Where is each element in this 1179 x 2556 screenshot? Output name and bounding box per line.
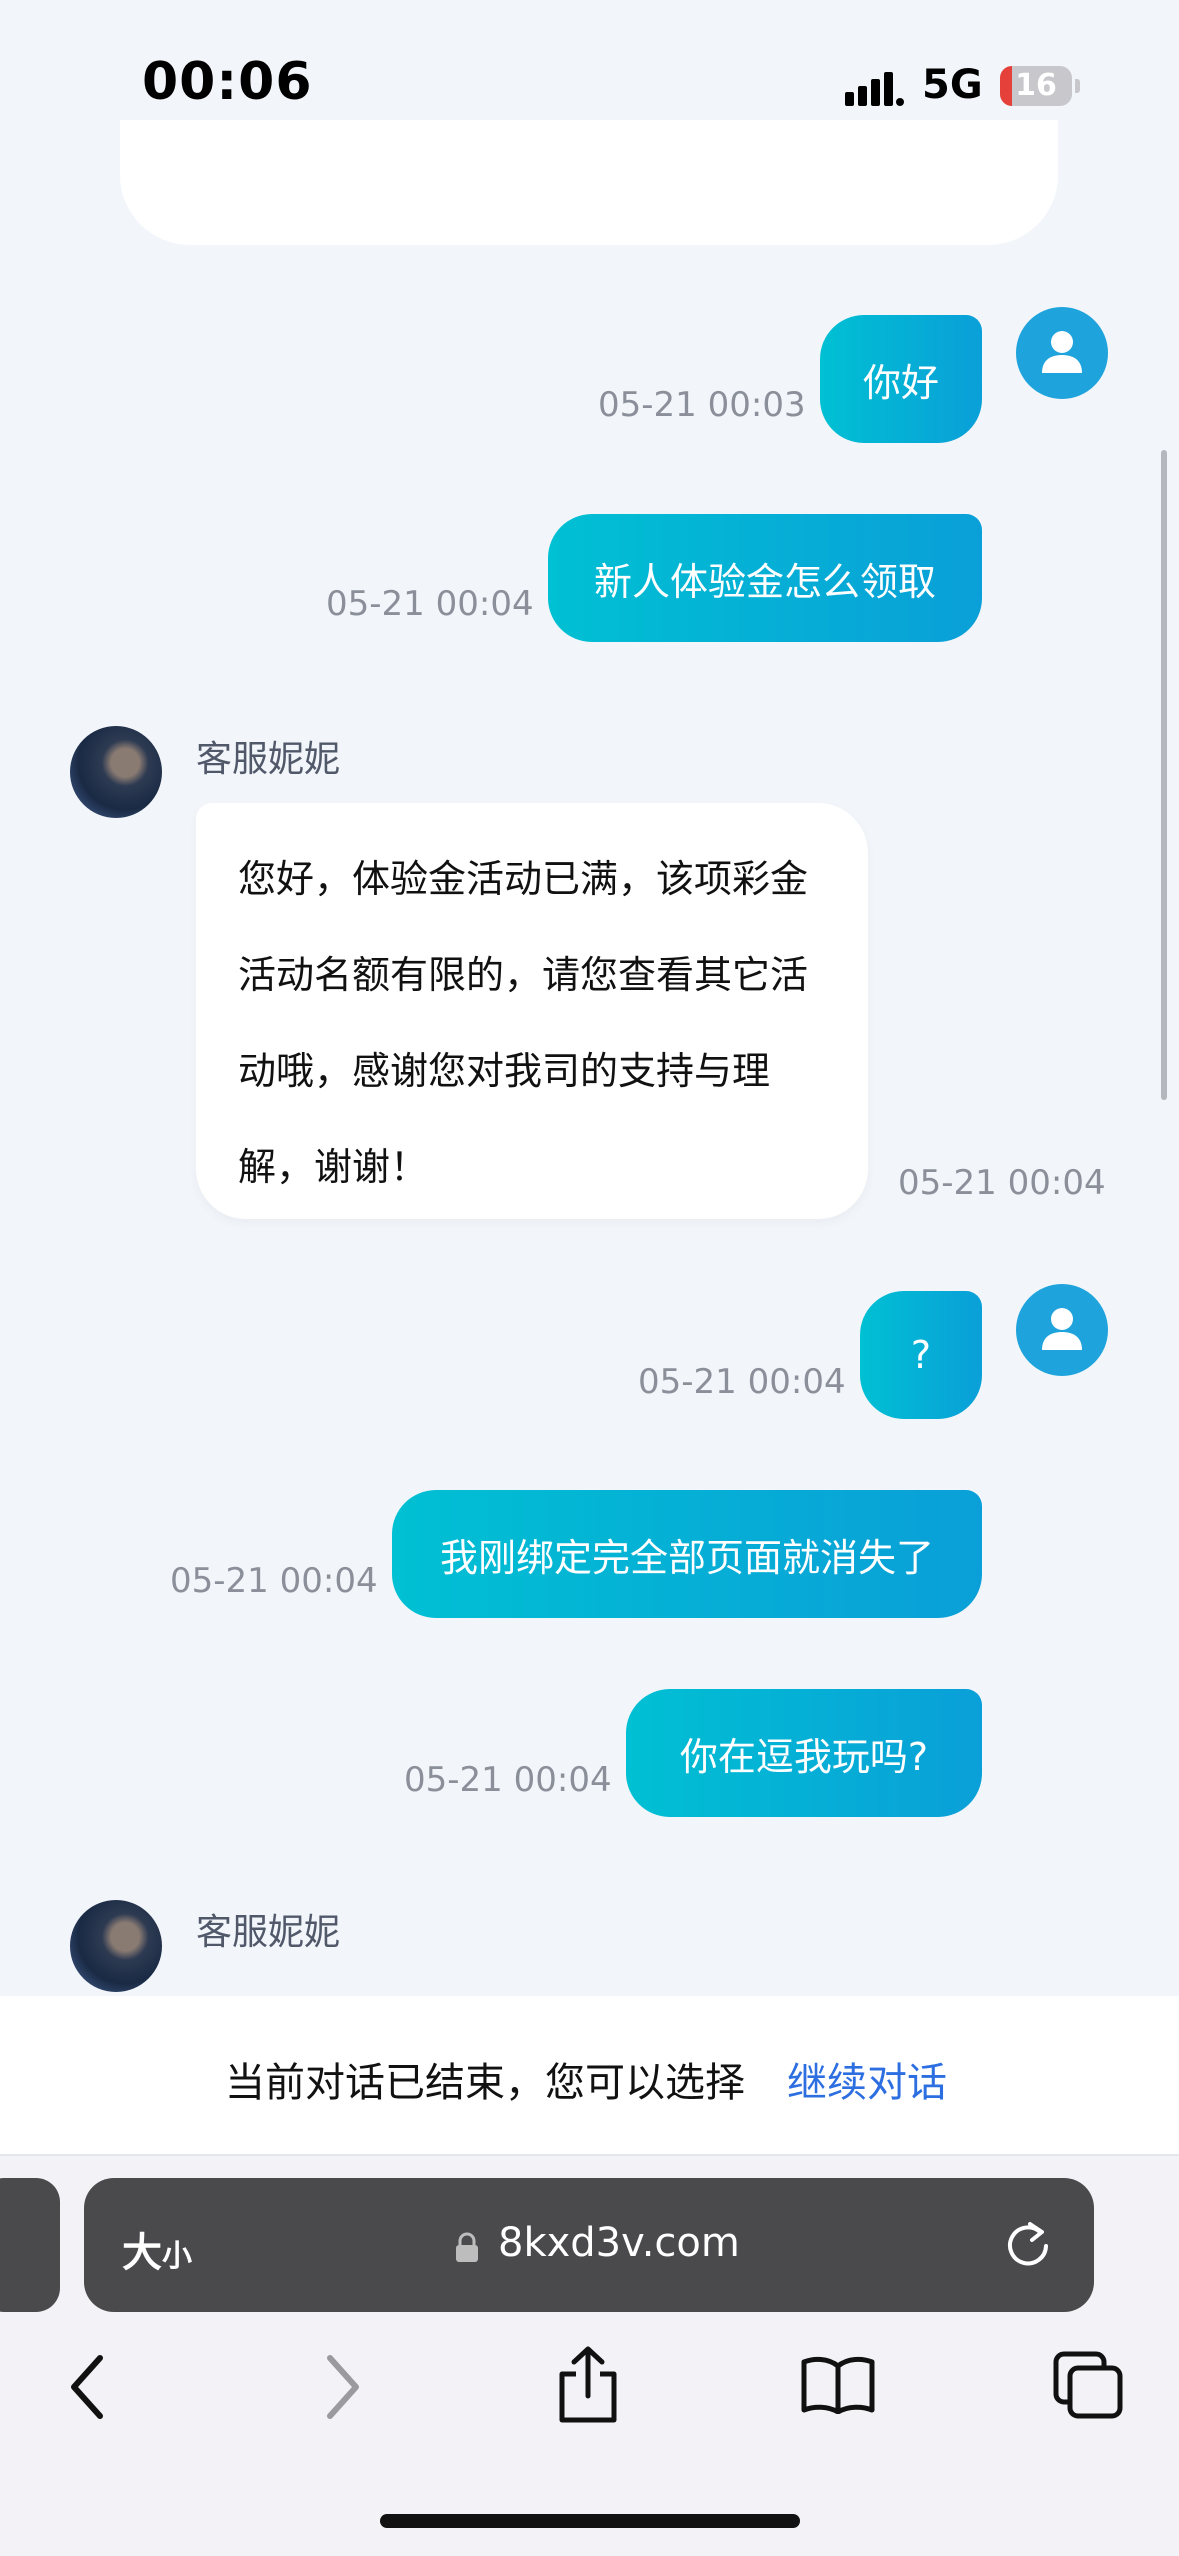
text-size-button[interactable]: 大小 xyxy=(122,2220,192,2278)
battery-level: 16 xyxy=(1015,68,1057,103)
forward-icon[interactable] xyxy=(320,2352,364,2422)
reload-icon[interactable] xyxy=(1000,2216,1056,2272)
lock-icon xyxy=(456,2232,478,2262)
user-avatar xyxy=(1016,307,1108,399)
network-type: 5G xyxy=(922,62,983,108)
message-time: 05-21 00:04 xyxy=(404,1760,612,1800)
user-message-bubble: 新人体验金怎么领取 xyxy=(548,514,982,642)
battery-tip xyxy=(1075,79,1080,93)
previous-message-card xyxy=(120,120,1058,245)
url-text[interactable]: 8kxd3v.com xyxy=(498,2220,740,2266)
message-time: 05-21 00:04 xyxy=(898,1163,1106,1203)
user-message-bubble: ? xyxy=(860,1291,982,1419)
user-message-bubble: 你好 xyxy=(820,315,982,443)
message-time: 05-21 00:04 xyxy=(638,1362,846,1402)
agent-name: 客服妮妮 xyxy=(196,1912,341,1953)
share-icon[interactable] xyxy=(556,2346,620,2424)
user-avatar xyxy=(1016,1284,1108,1376)
agent-avatar xyxy=(70,1900,162,1992)
user-message-bubble: 你在逗我玩吗? xyxy=(626,1689,982,1817)
message-time: 05-21 00:03 xyxy=(598,385,806,425)
agent-message-line: 活动名额有限的，请您查看其它活 xyxy=(238,953,809,997)
conversation-ended-text: 当前对话已结束，您可以选择 xyxy=(225,2060,745,2106)
agent-message-line: 解，谢谢！ xyxy=(238,1145,429,1189)
scrollbar[interactable] xyxy=(1161,450,1167,1100)
signal-icon xyxy=(845,72,904,106)
agent-message-line: 您好，体验金活动已满，该项彩金 xyxy=(238,857,809,901)
battery-icon: 16 xyxy=(1000,66,1072,106)
user-icon xyxy=(1042,1308,1082,1350)
back-icon[interactable] xyxy=(66,2352,110,2422)
agent-name: 客服妮妮 xyxy=(196,739,341,780)
status-time: 00:06 xyxy=(142,52,313,112)
continue-chat-link[interactable]: 继续对话 xyxy=(787,2050,947,2108)
agent-message-line: 动哦，感谢您对我司的支持与理 xyxy=(238,1049,771,1093)
home-indicator xyxy=(380,2514,800,2528)
user-icon xyxy=(1042,331,1082,373)
message-time: 05-21 00:04 xyxy=(326,584,534,624)
previous-tab-preview[interactable] xyxy=(0,2178,60,2312)
agent-avatar xyxy=(70,726,162,818)
message-time: 05-21 00:04 xyxy=(170,1561,378,1601)
agent-message-bubble: 您好，体验金活动已满，该项彩金 活动名额有限的，请您查看其它活 动哦，感谢您对我… xyxy=(196,803,868,1219)
user-message-bubble: 我刚绑定完全部页面就消失了 xyxy=(392,1490,982,1618)
bookmarks-icon[interactable] xyxy=(800,2354,876,2414)
tabs-icon[interactable] xyxy=(1052,2350,1124,2420)
